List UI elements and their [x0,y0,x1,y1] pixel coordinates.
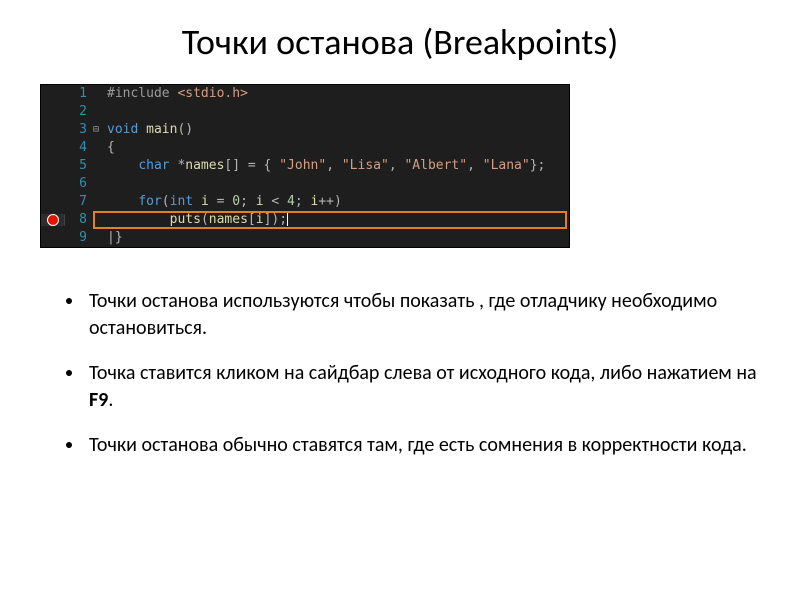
bullet-list: Точки останова используются чтобы показа… [40,288,760,459]
fold-icon: ⊟ [93,121,107,139]
code-line: 2 [41,103,569,121]
bullet-item: Точка ставится кликом на сайдбар слева о… [85,360,760,414]
code-content: for(int i = 0; i < 4; i++) [107,193,569,211]
code-editor: 1#include <stdio.h>23⊟void main()4{5 cha… [40,84,570,248]
breakpoint-line: 8 puts(names[i]); [41,211,569,229]
code-content: |} [107,229,569,247]
line-number: 7 [65,193,93,211]
code-content: puts(names[i]); [107,211,569,229]
line-number: 4 [65,139,93,157]
line-number: 6 [65,175,93,193]
code-content: char *names[] = { "John", "Lisa", "Alber… [107,157,569,175]
code-content: { [107,139,569,157]
code-line: 9 |} [41,229,569,247]
code-line: 3⊟void main() [41,121,569,139]
gutter[interactable] [41,214,65,226]
code-line: 6 [41,175,569,193]
line-number: 1 [65,85,93,103]
breakpoint-icon[interactable] [47,214,59,226]
bullet-item: Точки останова обычно ставятся там, где … [85,432,760,459]
line-number: 5 [65,157,93,175]
line-number: 2 [65,103,93,121]
line-number: 8 [65,211,93,229]
line-number: 3 [65,121,93,139]
line-number: 9 [65,229,93,247]
code-line: 1 #include <stdio.h> [41,85,569,103]
slide-title: Точки останова (Breakpoints) [40,20,760,64]
code-line: 4{ [41,139,569,157]
code-line: 7 for(int i = 0; i < 4; i++) [41,193,569,211]
code-content: void main() [107,121,569,139]
code-content: #include <stdio.h> [107,85,569,103]
code-line: 5 char *names[] = { "John", "Lisa", "Alb… [41,157,569,175]
bullet-item: Точки останова используются чтобы показа… [85,288,760,342]
